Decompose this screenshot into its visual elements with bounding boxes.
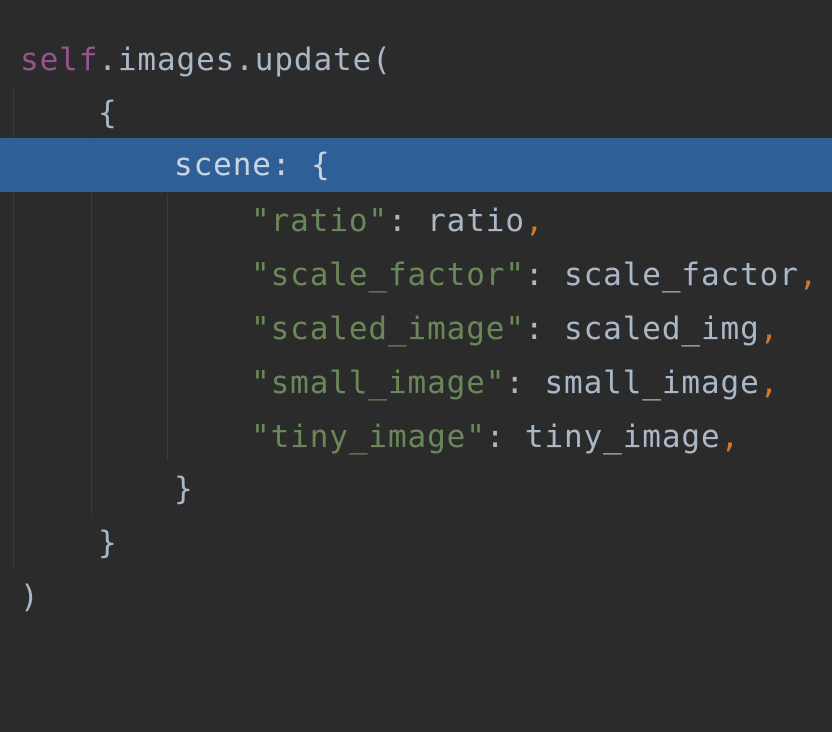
- code-line-11[interactable]: ): [0, 570, 832, 624]
- code-line-4[interactable]: "ratio": ratio,: [0, 194, 832, 248]
- dict-key-string: "tiny_image": [251, 419, 486, 455]
- open-brace: {: [98, 95, 118, 131]
- code-line-1[interactable]: self.images.update(: [0, 33, 832, 87]
- code-line-2[interactable]: {: [0, 86, 832, 140]
- code-line-3-selected[interactable]: scene: {: [0, 138, 832, 192]
- dict-value: scale_factor: [564, 257, 799, 293]
- close-brace-outer: }: [98, 525, 118, 561]
- indent-guide-highlight: [91, 138, 92, 192]
- code-editor[interactable]: self.images.update( { scene: { "ratio": …: [0, 0, 832, 636]
- close-paren: ): [20, 579, 40, 615]
- self-keyword: self: [20, 42, 99, 78]
- comma: ,: [798, 257, 819, 293]
- code-line-7[interactable]: "small_image": small_image,: [0, 356, 832, 410]
- colon: :: [524, 311, 565, 347]
- dict-key-string: "scaled_image": [251, 311, 525, 347]
- dict-value: small_image: [544, 365, 760, 401]
- code-line-5[interactable]: "scale_factor": scale_factor,: [0, 248, 832, 302]
- dict-value: tiny_image: [524, 419, 721, 455]
- comma: ,: [759, 365, 780, 401]
- colon: :: [485, 419, 525, 455]
- comma: ,: [759, 311, 780, 347]
- colon: :: [505, 365, 545, 401]
- colon: :: [387, 203, 428, 239]
- code-line-10[interactable]: }: [0, 516, 832, 570]
- dict-key-string: "small_image": [251, 365, 506, 401]
- dict-key-string: "ratio": [251, 203, 388, 239]
- code-line-8[interactable]: "tiny_image": tiny_image,: [0, 410, 832, 464]
- dict-value: ratio: [427, 203, 525, 239]
- colon: :: [524, 257, 565, 293]
- dict-value: scaled_img: [564, 311, 760, 347]
- code-line-9[interactable]: }: [0, 462, 832, 516]
- code-line-6[interactable]: "scaled_image": scaled_img,: [0, 302, 832, 356]
- call-expression: .images.update(: [98, 42, 392, 78]
- comma: ,: [524, 203, 545, 239]
- dict-key-string: "scale_factor": [251, 257, 525, 293]
- scene-key: scene: {: [174, 147, 331, 183]
- close-brace-inner: }: [174, 471, 194, 507]
- comma: ,: [720, 419, 741, 455]
